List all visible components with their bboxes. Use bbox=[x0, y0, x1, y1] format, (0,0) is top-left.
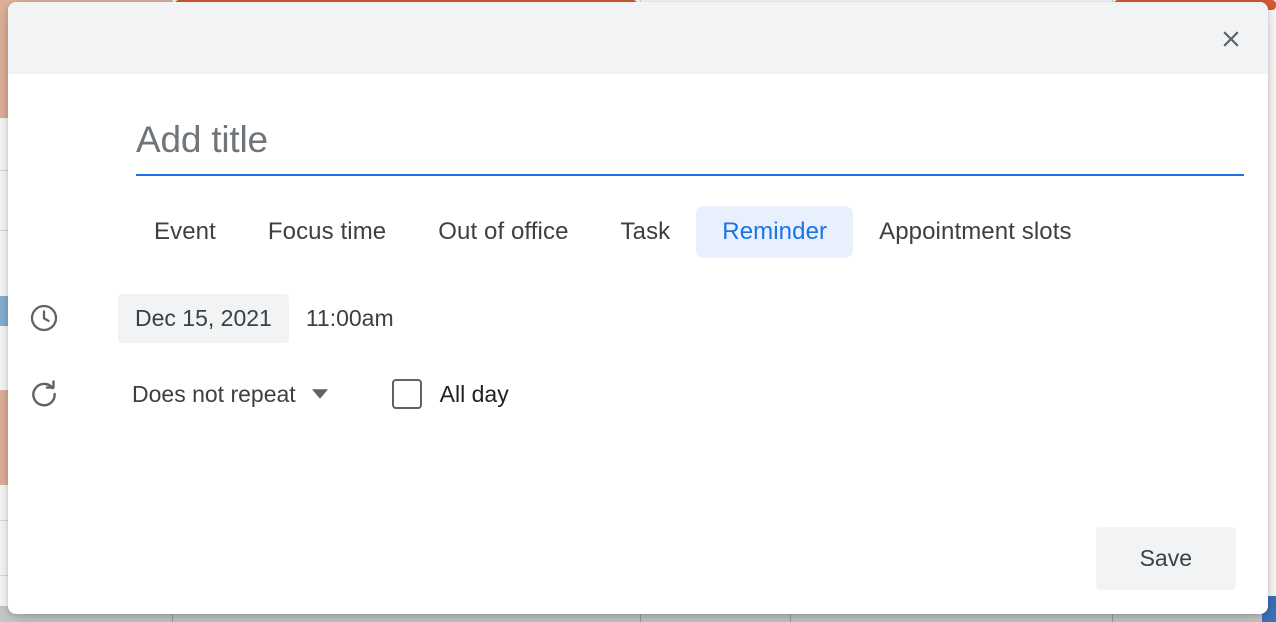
dialog-header bbox=[8, 2, 1268, 74]
all-day-toggle[interactable]: All day bbox=[391, 379, 509, 409]
calendar-event-block bbox=[0, 390, 8, 485]
create-event-dialog: Event Focus time Out of office Task Remi… bbox=[8, 2, 1268, 614]
clock-icon bbox=[26, 300, 62, 336]
calendar-event-block bbox=[0, 8, 8, 118]
tab-appointment-slots[interactable]: Appointment slots bbox=[853, 206, 1097, 258]
repeat-icon-glyph bbox=[32, 380, 56, 407]
dialog-footer: Save bbox=[1095, 527, 1236, 590]
tab-reminder[interactable]: Reminder bbox=[696, 206, 854, 258]
date-button[interactable]: Dec 15, 2021 bbox=[118, 293, 289, 343]
clock-icon-glyph bbox=[30, 304, 58, 332]
repeat-icon bbox=[26, 376, 62, 412]
tab-task[interactable]: Task bbox=[595, 206, 697, 258]
close-icon[interactable] bbox=[1210, 18, 1252, 60]
repeat-dropdown[interactable]: Does not repeat bbox=[118, 371, 340, 418]
repeat-row: Does not repeat All day bbox=[32, 368, 1140, 420]
title-field bbox=[136, 114, 1244, 176]
repeat-dropdown-label: Does not repeat bbox=[132, 380, 296, 407]
calendar-event-block bbox=[0, 296, 8, 326]
title-input[interactable] bbox=[136, 114, 1244, 174]
all-day-label: All day bbox=[439, 380, 509, 407]
tab-event[interactable]: Event bbox=[128, 206, 242, 258]
chevron-down-icon bbox=[311, 389, 328, 399]
title-underline bbox=[136, 174, 1244, 176]
datetime-row: Dec 15, 2021 11:00am bbox=[30, 292, 1140, 344]
tab-out-of-office[interactable]: Out of office bbox=[412, 206, 594, 258]
save-button[interactable]: Save bbox=[1095, 527, 1236, 590]
close-icon-glyph bbox=[1223, 31, 1239, 47]
tab-focus-time[interactable]: Focus time bbox=[242, 206, 412, 258]
all-day-checkbox[interactable] bbox=[391, 379, 422, 409]
dialog-body: Event Focus time Out of office Task Remi… bbox=[8, 114, 1268, 420]
time-button[interactable]: 11:00am bbox=[289, 294, 411, 343]
event-type-tabs: Event Focus time Out of office Task Remi… bbox=[128, 206, 1140, 258]
